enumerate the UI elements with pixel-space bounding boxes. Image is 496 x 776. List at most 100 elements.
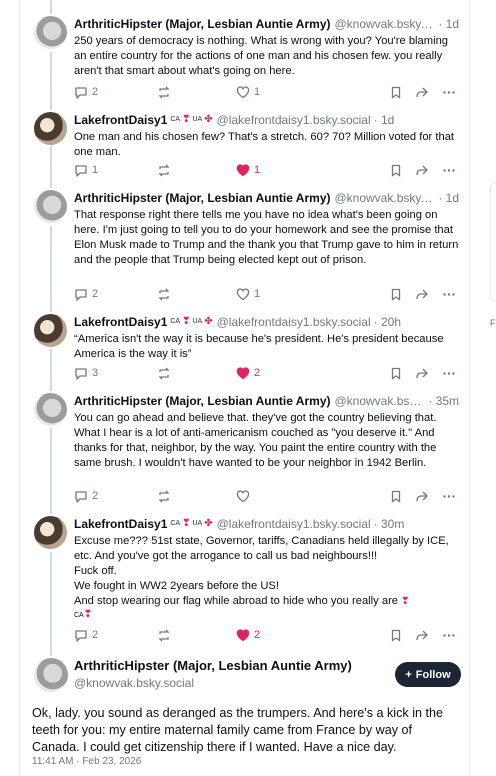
author-handle[interactable]: @lakefrontdaisy1.bsky.social: [217, 516, 371, 532]
avatar[interactable]: [34, 314, 67, 347]
avatar[interactable]: [34, 516, 67, 549]
thread-connector: [50, 0, 52, 14]
trailing-flag: CA❣: [74, 609, 93, 620]
author-name[interactable]: LakefrontDaisy1: [74, 516, 167, 532]
post-timestamp[interactable]: 11:41 AM · Feb 23, 2026: [32, 756, 141, 767]
ellipsis-icon: [443, 90, 455, 94]
name-flags: CA ❣ UA ✤: [170, 314, 212, 330]
thread-connector: [50, 52, 52, 110]
post-time[interactable]: · 20h: [374, 314, 401, 330]
reply-button[interactable]: 2: [74, 86, 98, 99]
author-name[interactable]: ArthriticHipster (Major, Lesbian Auntie …: [74, 658, 352, 673]
share-button[interactable]: [415, 86, 429, 99]
repost-button[interactable]: [157, 490, 171, 503]
more-options-button[interactable]: [442, 288, 456, 301]
bookmark-button[interactable]: [390, 629, 402, 642]
author-handle[interactable]: @lakefrontdaisy1.bsky.social: [217, 314, 371, 330]
author-name[interactable]: ArthriticHipster (Major, Lesbian Auntie …: [74, 393, 330, 409]
ellipsis-icon: [443, 168, 455, 172]
repost-button[interactable]: [157, 288, 171, 301]
post-time[interactable]: · 1d: [438, 16, 459, 32]
like-button[interactable]: 1: [236, 163, 260, 177]
author-name[interactable]: LakefrontDaisy1: [74, 112, 167, 128]
repost-icon: [158, 629, 170, 641]
avatar[interactable]: [34, 393, 67, 426]
like-button[interactable]: 2: [236, 628, 260, 642]
reply-icon: [75, 490, 87, 503]
author-name[interactable]: ArthriticHipster (Major, Lesbian Auntie …: [74, 16, 330, 32]
share-button[interactable]: [415, 629, 429, 642]
author-handle[interactable]: @knowvak.bsky.social: [74, 676, 194, 690]
bookmark-button[interactable]: [390, 490, 402, 503]
more-options-button[interactable]: [442, 490, 456, 503]
avatar[interactable]: [34, 112, 67, 145]
share-icon: [416, 87, 428, 97]
bookmark-icon: [391, 86, 401, 99]
share-button[interactable]: [415, 490, 429, 503]
post-text: 250 years of democracy is nothing. What …: [74, 35, 449, 77]
author-handle[interactable]: @knowvak.bsky.so...: [334, 16, 435, 32]
repost-icon: [158, 367, 170, 379]
post-actions: 3 2: [74, 365, 459, 381]
reply-button[interactable]: 1: [74, 164, 98, 177]
repost-button[interactable]: [157, 629, 171, 642]
more-options-button[interactable]: [442, 367, 456, 380]
bookmark-button[interactable]: [390, 86, 402, 99]
post-actions: 2: [74, 488, 459, 504]
like-button[interactable]: 2: [236, 366, 260, 380]
author-name[interactable]: ArthriticHipster (Major, Lesbian Auntie …: [74, 190, 330, 206]
repost-icon: [158, 490, 170, 502]
ellipsis-icon: [443, 371, 455, 375]
like-button[interactable]: [236, 489, 254, 503]
ellipsis-icon: [443, 633, 455, 637]
author-name[interactable]: LakefrontDaisy1: [74, 314, 167, 330]
bookmark-button[interactable]: [390, 164, 402, 177]
post-time[interactable]: · 1d: [438, 190, 459, 206]
more-options-button[interactable]: [442, 86, 456, 99]
post-header: ArthriticHipster (Major, Lesbian Auntie …: [74, 190, 459, 206]
bookmark-button[interactable]: [390, 367, 402, 380]
author-handle[interactable]: @knowvak.bsky.s...: [334, 393, 425, 409]
repost-button[interactable]: [157, 86, 171, 99]
repost-icon: [158, 86, 170, 98]
post-time[interactable]: · 35m: [428, 393, 459, 409]
post-header: LakefrontDaisy1 CA ❣ UA ✤ @lakefrontdaisy1.…: [74, 112, 459, 128]
more-options-button[interactable]: [442, 629, 456, 642]
repost-button[interactable]: [157, 367, 171, 380]
heart-icon: [236, 287, 250, 300]
share-icon: [416, 368, 428, 378]
repost-button[interactable]: [157, 164, 171, 177]
follow-button[interactable]: + Follow: [395, 662, 461, 687]
sidebar-text: F: [490, 318, 496, 328]
share-button[interactable]: [415, 288, 429, 301]
share-icon: [416, 491, 428, 501]
like-button[interactable]: 1: [236, 85, 260, 99]
reply-count: 1: [92, 164, 99, 176]
share-button[interactable]: [415, 367, 429, 380]
post-header: LakefrontDaisy1 CA ❣ UA ✤ @lakefrontdaisy1.…: [74, 516, 459, 532]
share-button[interactable]: [415, 164, 429, 177]
pin-icon: ❣: [182, 316, 191, 327]
author-handle[interactable]: @lakefrontdaisy1.bsky.social: [217, 112, 371, 128]
thread-connector: [50, 226, 52, 312]
avatar[interactable]: [34, 190, 67, 223]
plus-icon: +: [405, 668, 412, 681]
post-time[interactable]: · 30m: [374, 516, 405, 532]
avatar[interactable]: [34, 658, 68, 692]
maple-leaf-icon: ✤: [204, 518, 213, 529]
bookmark-icon: [391, 629, 401, 642]
reply-icon: [75, 86, 87, 99]
avatar[interactable]: [34, 16, 67, 49]
author-handle[interactable]: @knowvak.bsky.so...: [334, 190, 435, 206]
post-time[interactable]: · 1d: [374, 112, 395, 128]
post-header: ArthriticHipster (Major, Lesbian Auntie …: [74, 393, 459, 409]
bookmark-button[interactable]: [390, 288, 402, 301]
reply-button[interactable]: 3: [74, 367, 98, 380]
reply-button[interactable]: 2: [74, 490, 98, 503]
reply-button[interactable]: 2: [74, 629, 98, 642]
heart-icon: [236, 85, 250, 98]
like-button[interactable]: 1: [236, 287, 260, 301]
pin-icon: ❣: [401, 596, 410, 607]
more-options-button[interactable]: [442, 164, 456, 177]
reply-button[interactable]: 2: [74, 288, 98, 301]
